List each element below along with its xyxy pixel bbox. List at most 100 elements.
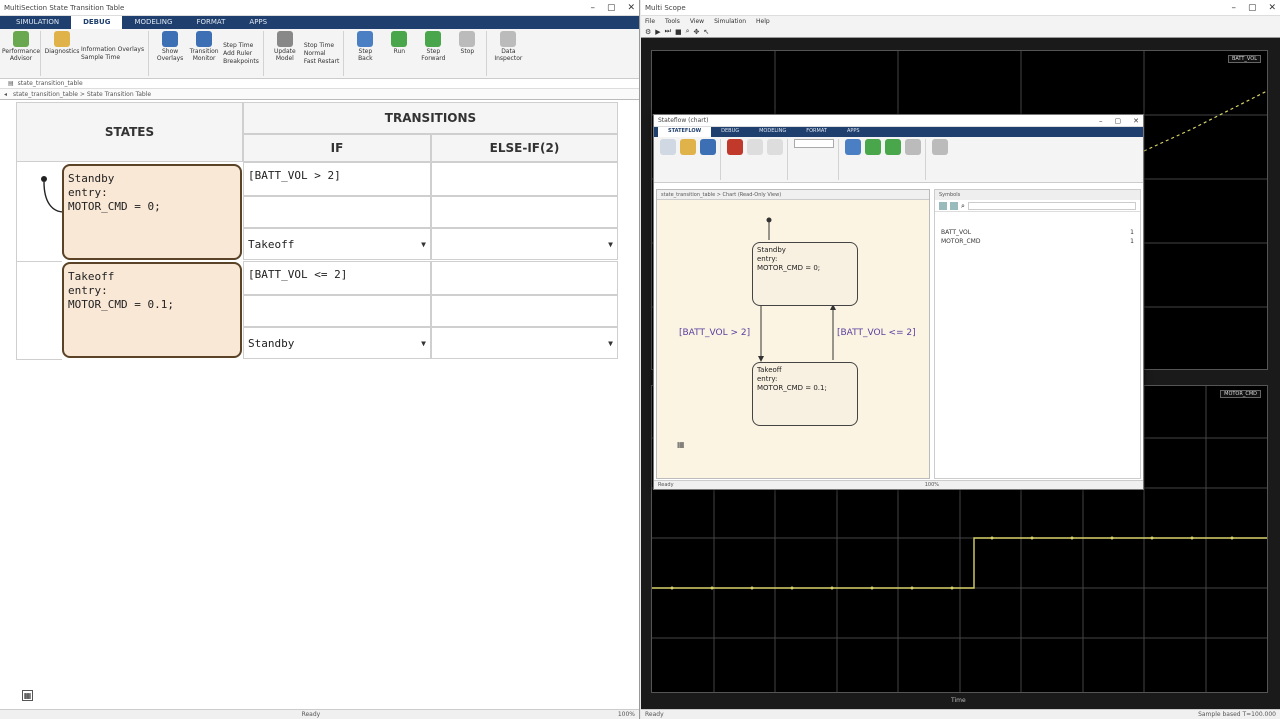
delete-symbol-icon[interactable] xyxy=(950,202,958,210)
fast-restart-toggle[interactable]: Fast Restart xyxy=(304,58,340,65)
add-ruler-button[interactable]: Add Ruler xyxy=(223,50,259,57)
minimize-icon[interactable]: – xyxy=(1231,3,1236,13)
batt-vol-legend[interactable]: BATT_VOL xyxy=(1227,55,1261,63)
pan-icon[interactable]: ✥ xyxy=(694,28,700,36)
model-address[interactable]: state_transition_table xyxy=(18,80,83,87)
step-forward-button[interactable]: Step Forward xyxy=(418,31,448,76)
symbol-row[interactable]: MOTOR_CMD 1 xyxy=(935,237,1140,246)
tab-apps[interactable]: APPS xyxy=(237,16,279,29)
tab-debug[interactable]: DEBUG xyxy=(71,16,123,29)
play-icon[interactable]: ▶ xyxy=(655,28,660,36)
maximize-icon[interactable]: ▢ xyxy=(607,3,616,13)
update-model-button[interactable]: Update Model xyxy=(270,31,300,76)
chart-step-back-icon[interactable] xyxy=(845,139,861,155)
symbols-icon[interactable] xyxy=(747,139,763,155)
chart-inspector-icon[interactable] xyxy=(932,139,948,155)
menu-view[interactable]: View xyxy=(690,18,704,25)
chart-step-forward-icon[interactable] xyxy=(885,139,901,155)
chart-run-icon[interactable] xyxy=(865,139,881,155)
stop-button[interactable]: Stop xyxy=(452,31,482,76)
motor-cmd-legend[interactable]: MOTOR_CMD xyxy=(1220,390,1261,398)
dropdown-arrow-icon[interactable]: ▼ xyxy=(421,339,426,348)
state-takeoff-action: MOTOR_CMD = 0.1; xyxy=(68,298,174,311)
stop-time-field[interactable]: Stop Time xyxy=(304,42,340,49)
back-arrow-icon[interactable]: ◂ xyxy=(4,91,7,98)
chart-view-icon[interactable] xyxy=(767,139,783,155)
chart-tab-format[interactable]: FORMAT xyxy=(796,127,837,137)
step-back-button[interactable]: Step Back xyxy=(350,31,380,76)
row1-elseif-destination[interactable]: ▼ xyxy=(431,228,618,260)
chart-tab-stateflow[interactable]: STATEFLOW xyxy=(658,127,712,137)
menu-help[interactable]: Help xyxy=(756,18,770,25)
minimize-icon[interactable]: – xyxy=(590,3,595,13)
new-icon[interactable] xyxy=(660,139,676,155)
library-icon[interactable] xyxy=(700,139,716,155)
left-status-text: Ready xyxy=(301,711,321,718)
symbol-search-input[interactable] xyxy=(967,202,1136,210)
show-overlays-button[interactable]: Show Overlays xyxy=(155,31,185,76)
step-icon[interactable]: ⏭ xyxy=(665,27,671,36)
row2-if-action[interactable] xyxy=(243,295,431,327)
tab-simulation[interactable]: SIMULATION xyxy=(4,16,71,29)
chart-stop-icon[interactable] xyxy=(905,139,921,155)
data-inspector-button[interactable]: Data Inspector xyxy=(493,31,523,76)
row1-if-destination[interactable]: Takeoff ▼ xyxy=(243,228,431,260)
chart-tab-apps[interactable]: APPS xyxy=(837,127,870,137)
breakpoints-button[interactable]: Breakpoints xyxy=(223,58,259,65)
close-icon[interactable]: ✕ xyxy=(627,3,635,13)
row2-if-condition[interactable]: [BATT_VOL <= 2] xyxy=(243,261,431,295)
cursor-icon[interactable]: ↖ xyxy=(703,28,709,36)
row2-elseif-destination[interactable]: ▼ xyxy=(431,327,618,359)
simulation-mode-select[interactable]: Normal xyxy=(304,50,340,57)
chart-transition-up-label[interactable]: [BATT_VOL <= 2] xyxy=(837,328,916,338)
search-icon[interactable]: ⌕ xyxy=(961,202,965,210)
explorer-icon[interactable]: ▦ xyxy=(22,690,33,701)
step-time-field[interactable]: Step Time xyxy=(223,42,259,49)
row1-elseif-condition[interactable] xyxy=(431,162,618,196)
row1-if-condition[interactable]: [BATT_VOL > 2] xyxy=(243,162,431,196)
settings-icon[interactable]: ⚙ xyxy=(645,28,651,36)
performance-advisor-button[interactable]: Performance Advisor xyxy=(2,31,40,76)
transition-monitor-button[interactable]: Transition Monitor xyxy=(189,31,219,76)
chart-canvas[interactable]: state_transition_table > Chart (Read-Onl… xyxy=(656,189,930,479)
menu-file[interactable]: File xyxy=(645,18,655,25)
tab-modeling[interactable]: MODELING xyxy=(122,16,184,29)
dropdown-arrow-icon[interactable]: ▼ xyxy=(421,240,426,249)
chart-tab-modeling[interactable]: MODELING xyxy=(749,127,796,137)
row2-elseif-condition[interactable] xyxy=(431,261,618,295)
symbol-row[interactable]: BATT_VOL 1 xyxy=(935,228,1140,237)
close-icon[interactable]: ✕ xyxy=(1133,117,1139,125)
diagnostics-button[interactable]: Diagnostics xyxy=(45,31,79,76)
row2-elseif-action[interactable] xyxy=(431,295,618,327)
stop-icon[interactable]: ■ xyxy=(675,28,682,36)
dropdown-arrow-icon[interactable]: ▼ xyxy=(608,339,613,348)
minimize-icon[interactable]: – xyxy=(1099,117,1103,125)
chart-state-standby[interactable]: Standby entry: MOTOR_CMD = 0; xyxy=(752,242,858,306)
open-icon[interactable] xyxy=(680,139,696,155)
zoom-icon[interactable]: ⌕ xyxy=(686,27,690,36)
menu-tools[interactable]: Tools xyxy=(665,18,680,25)
chart-transition-down-label[interactable]: [BATT_VOL > 2] xyxy=(679,328,750,338)
row1-elseif-action[interactable] xyxy=(431,196,618,228)
menu-simulation[interactable]: Simulation xyxy=(714,18,746,25)
close-icon[interactable]: ✕ xyxy=(1268,3,1276,13)
tab-format[interactable]: FORMAT xyxy=(184,16,237,29)
add-symbol-icon[interactable] xyxy=(939,202,947,210)
model-data-icon[interactable] xyxy=(727,139,743,155)
maximize-icon[interactable]: ▢ xyxy=(1248,3,1257,13)
dropdown-arrow-icon[interactable]: ▼ xyxy=(608,240,613,249)
breadcrumb-path[interactable]: state_transition_table > State Transitio… xyxy=(13,91,151,98)
state-standby[interactable]: Standby entry: MOTOR_CMD = 0; xyxy=(62,164,242,260)
symbols-header: Symbols xyxy=(935,190,1140,200)
row1-if-action[interactable] xyxy=(243,196,431,228)
row2-if-destination[interactable]: Standby ▼ xyxy=(243,327,431,359)
state-takeoff[interactable]: Takeoff entry: MOTOR_CMD = 0.1; xyxy=(62,262,242,358)
sample-time-button[interactable]: Sample Time xyxy=(81,54,144,61)
information-overlays-button[interactable]: Information Overlays xyxy=(81,46,144,53)
chart-state-takeoff[interactable]: Takeoff entry: MOTOR_CMD = 0.1; xyxy=(752,362,858,426)
maximize-icon[interactable]: ▢ xyxy=(1115,117,1122,125)
canvas-explorer-icon[interactable]: ▦ xyxy=(677,440,685,449)
chart-stop-time-field[interactable] xyxy=(794,139,834,148)
run-button[interactable]: Run xyxy=(384,31,414,76)
chart-tab-debug[interactable]: DEBUG xyxy=(711,127,749,137)
